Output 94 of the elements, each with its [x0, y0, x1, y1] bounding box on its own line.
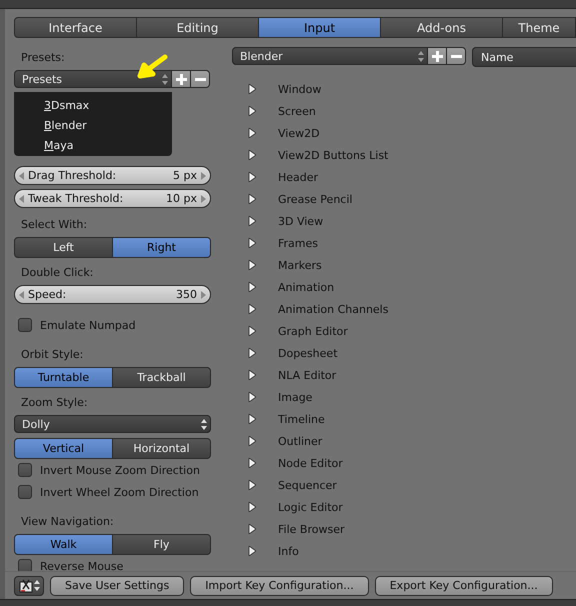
checkbox[interactable] [18, 463, 32, 477]
disclosure-triangle-icon[interactable] [248, 414, 256, 424]
up-down-arrows-icon [162, 74, 168, 84]
search-type-field[interactable]: Name [472, 47, 576, 67]
add-button[interactable] [428, 47, 447, 65]
disclosure-triangle-icon[interactable] [248, 304, 256, 314]
section-label: Zoom Style: [20, 395, 89, 411]
remove-button[interactable] [447, 47, 466, 65]
keymap-item[interactable]: Info [278, 544, 299, 558]
toggle-option[interactable]: Trackball [113, 367, 211, 388]
disclosure-triangle-icon[interactable] [248, 128, 256, 138]
keymap-item[interactable]: Outliner [278, 434, 322, 448]
keymap-item[interactable]: NLA Editor [278, 368, 336, 382]
up-down-arrows-icon [201, 418, 207, 430]
section-label: Double Click: [20, 265, 94, 281]
toggle-option[interactable]: Turntable [14, 367, 113, 388]
keymap-item[interactable]: Header [278, 170, 318, 184]
disclosure-triangle-icon[interactable] [248, 348, 256, 358]
menu-item[interactable]: Maya [14, 136, 172, 156]
plus-icon [432, 50, 442, 62]
toggle-option[interactable]: Right [113, 237, 211, 258]
section-label: Select With: [20, 217, 88, 233]
disclosure-triangle-icon[interactable] [248, 436, 256, 446]
keymap-item[interactable]: Frames [278, 236, 318, 250]
footer-button[interactable]: Import Key Configuration... [190, 576, 369, 596]
tab[interactable]: Input [258, 17, 381, 38]
checkbox[interactable] [18, 559, 32, 571]
disclosure-triangle-icon[interactable] [248, 524, 256, 534]
keymap-item[interactable]: Window [278, 82, 322, 96]
disclosure-triangle-icon[interactable] [248, 502, 256, 512]
disclosure-triangle-icon[interactable] [248, 326, 256, 336]
keymap-item[interactable]: Sequencer [278, 478, 337, 492]
checkbox[interactable] [18, 318, 32, 332]
tab[interactable]: Editing [136, 17, 259, 38]
checkbox[interactable] [18, 485, 32, 499]
up-down-arrows-icon [418, 50, 424, 62]
keymap-item[interactable]: View2D Buttons List [278, 148, 388, 162]
checkbox-label: Emulate Numpad [40, 318, 136, 332]
disclosure-triangle-icon[interactable] [248, 216, 256, 226]
tab[interactable]: Theme [502, 17, 576, 38]
keymap-item[interactable]: Markers [278, 258, 322, 272]
disclosure-triangle-icon[interactable] [248, 260, 256, 270]
tab[interactable]: Interface [14, 17, 137, 38]
disclosure-triangle-icon[interactable] [248, 238, 256, 248]
disclosure-triangle-icon[interactable] [248, 282, 256, 292]
keymap-item[interactable]: Node Editor [278, 456, 343, 470]
keymap-item[interactable]: Animation Channels [278, 302, 388, 316]
disclosure-triangle-icon[interactable] [248, 370, 256, 380]
keymap-item[interactable]: Timeline [278, 412, 325, 426]
disclosure-triangle-icon[interactable] [248, 84, 256, 94]
remove-button[interactable] [191, 70, 210, 88]
section-label: View Navigation: [20, 514, 115, 530]
disclosure-triangle-icon[interactable] [248, 106, 256, 116]
toggle-option[interactable]: Fly [113, 534, 211, 555]
disclosure-triangle-icon[interactable] [248, 392, 256, 402]
checkbox-label: Invert Wheel Zoom Direction [40, 486, 199, 498]
keymap-item[interactable]: File Browser [278, 522, 344, 536]
zoom-style-dropdown[interactable]: Dolly [14, 415, 211, 433]
add-button[interactable] [172, 70, 191, 88]
keymap-item[interactable]: Logic Editor [278, 500, 343, 514]
menu-item[interactable]: 3Dsmax [14, 96, 172, 116]
keymap-item[interactable]: View2D [278, 126, 320, 140]
tab[interactable]: Add-ons [380, 17, 503, 38]
section-label: Orbit Style: [20, 347, 84, 363]
keymap-dropdown[interactable]: Blender [232, 47, 428, 65]
minus-icon [450, 54, 462, 58]
disclosure-triangle-icon[interactable] [248, 480, 256, 490]
plus-icon [176, 74, 186, 84]
editor-type-button[interactable] [14, 576, 44, 596]
keymap-item[interactable]: Dopesheet [278, 346, 338, 360]
checkbox-label: Invert Mouse Zoom Direction [40, 464, 200, 476]
minus-icon [194, 78, 206, 80]
keymap-item[interactable]: Grease Pencil [278, 192, 352, 206]
footer-button[interactable]: Export Key Configuration... [374, 576, 553, 596]
disclosure-triangle-icon[interactable] [248, 194, 256, 204]
up-down-arrows-icon [34, 580, 40, 591]
keymap-item[interactable]: Screen [278, 104, 316, 118]
disclosure-triangle-icon[interactable] [248, 150, 256, 160]
footer-button[interactable]: Save User Settings [50, 576, 184, 596]
section-label: Presets: [20, 50, 66, 66]
keymap-item[interactable]: Graph Editor [278, 324, 348, 338]
toggle-option[interactable]: Vertical [14, 438, 113, 459]
keymap-item[interactable]: Animation [278, 280, 334, 294]
toggle-option[interactable]: Walk [14, 534, 113, 555]
disclosure-triangle-icon[interactable] [248, 458, 256, 468]
toggle-option[interactable]: Left [14, 237, 113, 258]
presets-dropdown[interactable]: Presets [14, 70, 172, 88]
toggle-option[interactable]: Horizontal [113, 438, 211, 459]
checkbox-label: Reverse Mouse [40, 560, 124, 571]
disclosure-triangle-icon[interactable] [248, 172, 256, 182]
disclosure-triangle-icon[interactable] [248, 546, 256, 556]
keymap-item[interactable]: Image [278, 390, 312, 404]
keymap-item[interactable]: 3D View [278, 214, 324, 228]
menu-item[interactable]: Blender [14, 116, 172, 136]
